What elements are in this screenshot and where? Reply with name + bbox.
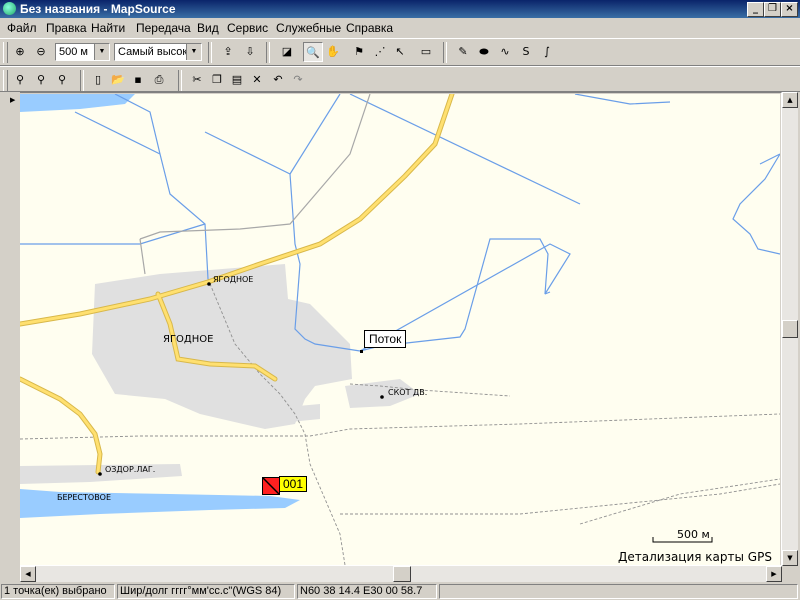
chevron-down-icon[interactable]: ▼ [94,44,109,60]
vertical-scrollbar[interactable]: ▲ ▼ [782,92,798,566]
new-file-icon[interactable]: ▯ [88,70,108,90]
menu-utilities[interactable]: Служебные [276,21,341,35]
edit-toolbar: ⚲ ⚲ ⚲ ▯ 📂 ▪ ⎙ ✂ ❐ ▤ ✕ ↶ ↷ [0,66,800,92]
map-view[interactable]: ЯГОДНОЕ ЯГОДНОЕ СКОТ ДВ. ОЗДОР.ЛАГ. БЕРЕ… [20,94,780,565]
select-arrow-icon[interactable]: ↖ [390,42,410,62]
print-icon[interactable]: ⎙ [149,70,169,90]
scroll-right-icon[interactable]: ▶ [766,566,782,582]
track-split-icon[interactable]: ∿ [495,42,515,62]
menu-find[interactable]: Найти [91,21,125,35]
farm-point[interactable] [380,395,384,399]
settlement-area-label: ЯГОДНОЕ [163,334,214,345]
settlement-area [92,264,352,429]
track-draw-icon[interactable]: ✎ [453,42,473,62]
horizontal-scrollbar[interactable]: ◀ ▶ [20,566,782,582]
app-globe-icon [3,2,16,15]
expand-arrow-icon[interactable]: ▶ [10,96,15,104]
status-selection: 1 точка(ек) выбрано [1,584,115,599]
vertical-scroll-thumb[interactable] [782,320,798,338]
scroll-up-icon[interactable]: ▲ [782,92,798,108]
settlement-point[interactable] [207,282,211,286]
waypoint-flag-icon[interactable] [262,477,280,495]
save-disk-icon[interactable]: ▪ [128,70,148,90]
side-panel-collapsed[interactable]: ▶ [8,92,20,566]
delete-icon[interactable]: ✕ [247,70,267,90]
receive-from-device-icon[interactable]: ⇩ [240,42,260,62]
find-place-icon[interactable]: ⚲ [31,70,51,90]
zoom-scale-select[interactable]: 500 м ▼ [55,43,110,61]
menu-service[interactable]: Сервис [227,21,268,35]
map-toolbar: ⊕ ⊖ 500 м ▼ Самый высокий ▼ ⇪ ⇩ ◪ 🔍 ✋ ⚑ … [0,38,800,66]
horizontal-scroll-thumb[interactable] [393,566,411,582]
scroll-down-icon[interactable]: ▼ [782,550,798,566]
hand-tool-icon[interactable]: ✋ [323,42,343,62]
waypoint-flag-icon[interactable]: ⚑ [349,42,369,62]
status-format: Шир/долг гггг°мм'сс.с"(WGS 84) [117,584,295,599]
undo-icon[interactable]: ↶ [268,70,288,90]
chevron-down-icon[interactable]: ▼ [186,44,201,60]
river-top [20,94,135,112]
menu-help[interactable]: Справка [346,21,393,35]
menu-bar: Файл Правка Найти Передача Вид Сервис Сл… [0,18,800,38]
camp-label: ОЗДОР.ЛАГ. [105,465,156,474]
scale-label: 500 м [677,528,710,541]
status-coords: N60 38 14.4 E30 00 58.7 [297,584,437,599]
waypoint-label[interactable]: 001 [279,476,308,492]
paste-icon[interactable]: ▤ [227,70,247,90]
zoom-scale-value: 500 м [59,46,88,58]
find-recent-icon[interactable]: ⚲ [52,70,72,90]
menu-transfer[interactable]: Передача [136,21,191,35]
send-to-device-icon[interactable]: ⇪ [218,42,238,62]
status-bar: 1 точка(ек) выбрано Шир/долг гггг°мм'сс.… [0,583,800,600]
farm-label: СКОТ ДВ. [388,388,428,397]
restore-button[interactable]: ❐ [764,2,781,17]
stream-point[interactable] [360,350,363,353]
detail-note: Детализация карты GPS [618,550,772,564]
toolbar-grip [3,42,8,63]
settlement-label: ЯГОДНОЕ [213,275,254,284]
camp-point[interactable] [98,472,102,476]
zoom-tool-icon[interactable]: 🔍 [303,42,323,62]
copy-icon[interactable]: ❐ [207,70,227,90]
title-bar: Без названия - MapSource _ ❐ × [0,0,800,18]
menu-view[interactable]: Вид [197,21,219,35]
open-folder-icon[interactable]: 📂 [108,70,128,90]
zoom-out-icon[interactable]: ⊖ [31,42,51,62]
distance-ruler-icon[interactable]: ▭ [416,42,436,62]
window-title: Без названия - MapSource [20,2,176,16]
route-tool-icon[interactable]: ⋰ [370,42,390,62]
zoom-in-icon[interactable]: ⊕ [10,42,30,62]
track-join-icon[interactable]: S [516,42,536,62]
menu-file[interactable]: Файл [7,21,37,35]
redo-icon[interactable]: ↷ [288,70,308,90]
stream-callout[interactable]: Поток [364,330,407,348]
map-tool-icon[interactable]: ◪ [277,42,297,62]
toolbar-grip [3,70,8,91]
find-binoculars-icon[interactable]: ⚲ [10,70,30,90]
eraser-icon[interactable]: ⬬ [474,42,494,62]
cut-icon[interactable]: ✂ [187,70,207,90]
close-button[interactable]: × [781,2,798,17]
scroll-left-icon[interactable]: ◀ [20,566,36,582]
lake-label: БЕРЕСТОВОЕ [57,493,112,502]
detail-level-select[interactable]: Самый высокий ▼ [114,43,202,61]
menu-edit[interactable]: Правка [46,21,87,35]
minimize-button[interactable]: _ [747,2,764,17]
track-filter-icon[interactable]: ∫ [537,42,557,62]
status-empty [439,584,798,599]
